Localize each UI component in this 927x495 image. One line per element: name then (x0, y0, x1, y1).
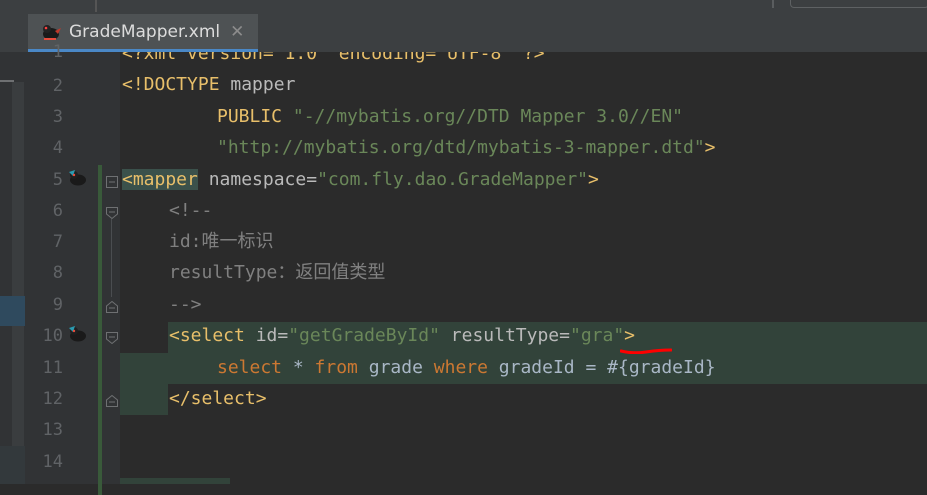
id-value: "getGradeById" (288, 325, 440, 346)
code-line-2: <!DOCTYPE mapper (122, 69, 295, 100)
public-keyword: PUBLIC (217, 106, 283, 127)
tag-close: > (588, 169, 599, 190)
mapper-open-tag: <mapper (122, 169, 198, 190)
fold-guide (111, 219, 112, 297)
line-number: 1 (52, 42, 63, 62)
code-line-4: "http://mybatis.org/dtd/mybatis-3-mapper… (217, 132, 716, 163)
search-field-edge[interactable] (790, 0, 927, 8)
line-number: 13 (42, 420, 63, 440)
sql-text: grade (357, 357, 434, 378)
vcs-change-marker[interactable] (98, 165, 102, 495)
mybatis-navigate-icon[interactable] (66, 168, 88, 188)
fold-end-icon[interactable] (106, 301, 118, 313)
close-icon[interactable]: ✕ (230, 22, 244, 42)
project-panel-edge (12, 82, 24, 472)
fold-collapse-icon[interactable] (106, 176, 118, 188)
code-line-9: --> (169, 289, 202, 320)
comment-open: <!-- (169, 200, 213, 221)
line-number: 12 (42, 389, 63, 409)
namespace-attr: namespace= (197, 169, 318, 190)
window-top-strip (0, 0, 927, 14)
sql-keyword: where (433, 357, 488, 378)
panel-item[interactable] (0, 446, 25, 484)
select-close-tag: </select (169, 388, 256, 409)
sql-keyword: select (217, 357, 283, 378)
id-attr: id= (244, 325, 289, 346)
sql-keyword: from (314, 357, 358, 378)
code-line-6: <!-- (169, 195, 212, 226)
code-line-3: PUBLIC "-//mybatis.org//DTD Mapper 3.0//… (217, 101, 683, 132)
line-number: 10 (42, 326, 63, 346)
line-number: 14 (42, 452, 63, 472)
namespace-value: "com.fly.dao.GradeMapper" (317, 169, 589, 190)
fold-end-icon[interactable] (106, 395, 118, 407)
line-number: 2 (52, 76, 63, 96)
sql-text: * (282, 357, 315, 378)
code-line-11: select * from grade where gradeId = #{gr… (217, 352, 716, 383)
code-line-10: <select id="getGradeById" resultType="gr… (169, 320, 635, 351)
doctype-keyword: <!DOCTYPE (122, 74, 220, 95)
editor-tab-bar: GradeMapper.xml ✕ (0, 14, 927, 53)
tag-close: > (255, 388, 267, 409)
comment-text: resultType (169, 262, 278, 283)
code-line-8: resultType：返回值类型 (169, 257, 385, 288)
tab-label: GradeMapper.xml (69, 21, 221, 42)
code-editor[interactable]: <?xml version="1.0" encoding="UTF-8" ?> … (120, 52, 927, 484)
tag-close: > (704, 137, 716, 158)
comment-text: ：返回值类型 (277, 262, 386, 283)
highlighted-line (120, 478, 230, 484)
line-number: 8 (52, 263, 63, 283)
select-open-tag: <select (169, 325, 245, 346)
comment-close: --> (169, 294, 202, 315)
highlighted-line (120, 384, 168, 415)
line-number: 7 (52, 232, 63, 252)
sql-text: gradeId = #{gradeId} (487, 357, 716, 378)
code-line-1: <?xml version="1.0" encoding="UTF-8" ?> (122, 52, 545, 69)
fold-collapse-icon[interactable] (106, 332, 118, 344)
system-id: "http://mybatis.org/dtd/mybatis-3-mapper… (217, 137, 705, 158)
mybatis-navigate-icon[interactable] (66, 324, 88, 344)
code-line-7: id:唯一标识 (169, 226, 274, 257)
selected-panel-item[interactable] (0, 296, 25, 326)
tag-close: > (624, 325, 636, 346)
mybatis-bird-icon (43, 24, 61, 40)
line-number: 3 (52, 107, 63, 127)
resulttype-value[interactable]: "gra" (570, 325, 624, 346)
line-number: 6 (52, 201, 63, 221)
doctype-name: mapper (219, 74, 296, 95)
editor-gutter: 1 2 3 4 5 6 7 8 9 10 11 12 13 14 (25, 42, 120, 495)
line-number: 9 (52, 295, 63, 315)
resulttype-attr: resultType= (439, 325, 570, 346)
line-number: 4 (52, 138, 63, 158)
code-line-12: </select> (169, 383, 267, 414)
divider (95, 0, 97, 12)
fold-collapse-icon[interactable] (106, 207, 118, 219)
code-line-5: <mapper namespace="com.fly.dao.GradeMapp… (122, 164, 599, 195)
xml-declaration: <?xml version="1.0" encoding="UTF-8" ?> (122, 52, 545, 64)
comment-text: id: (169, 231, 202, 252)
tool-window-strip (0, 52, 26, 484)
public-id: "-//mybatis.org//DTD Mapper 3.0//EN" (282, 106, 683, 127)
line-number: 5 (52, 170, 63, 190)
line-number: 11 (42, 358, 63, 378)
comment-text: 唯一标识 (201, 231, 274, 252)
divider (772, 0, 774, 8)
